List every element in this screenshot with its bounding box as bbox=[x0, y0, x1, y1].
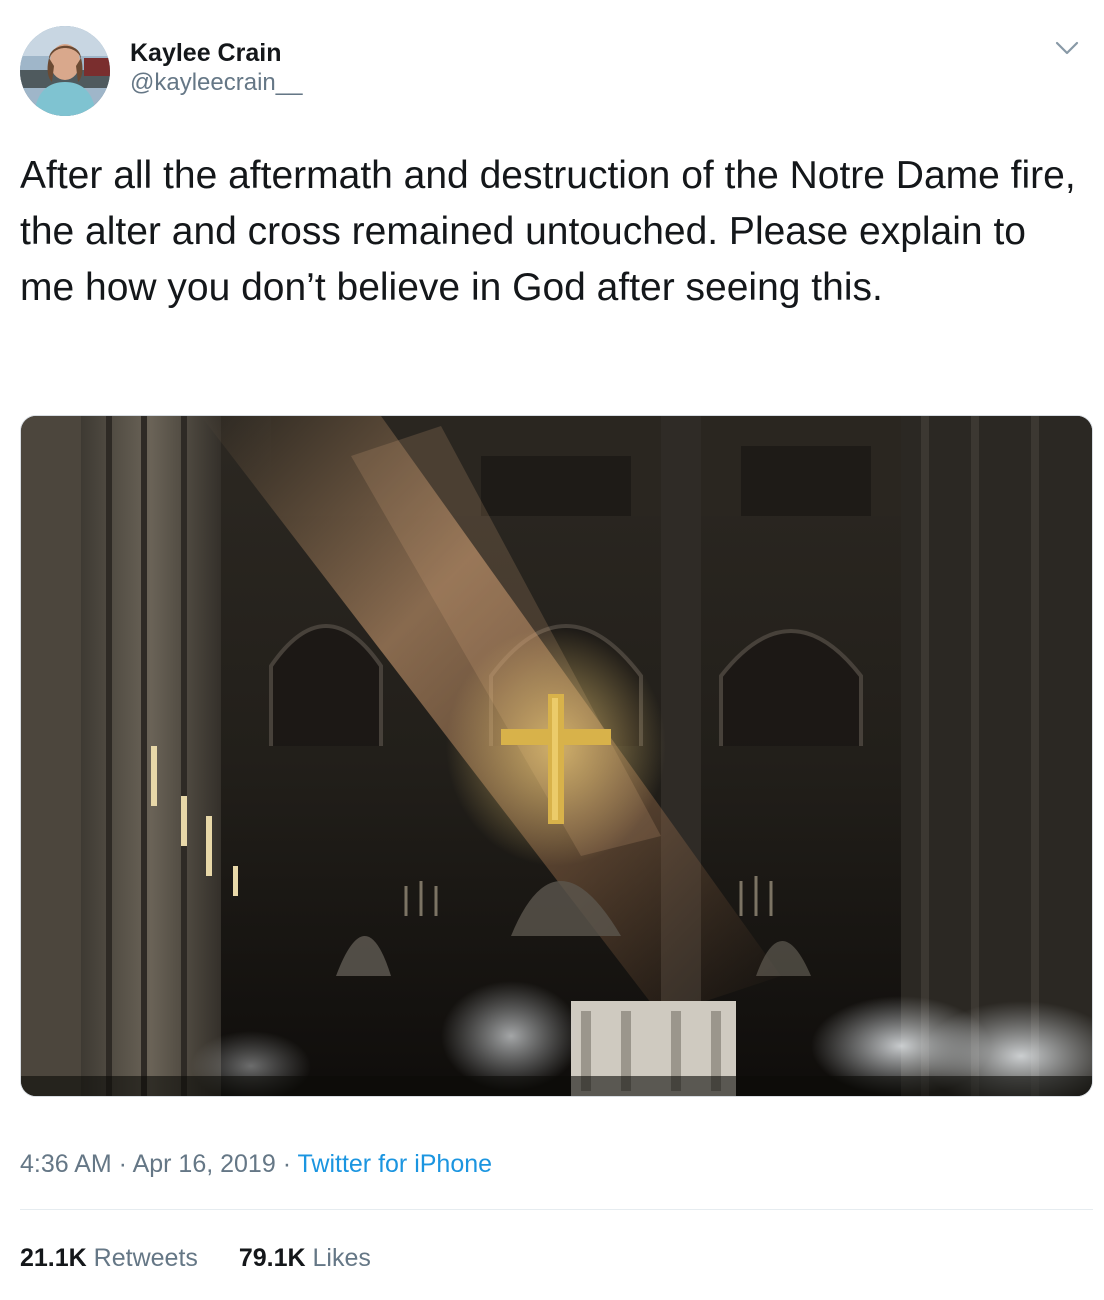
retweets-stat[interactable]: 21.1K Retweets bbox=[20, 1242, 198, 1274]
author-display-name[interactable]: Kaylee Crain bbox=[130, 38, 302, 68]
divider bbox=[20, 1209, 1093, 1210]
retweets-label: Retweets bbox=[93, 1244, 198, 1272]
likes-label: Likes bbox=[312, 1244, 371, 1272]
tweet-source-link[interactable]: Twitter for iPhone bbox=[298, 1150, 493, 1178]
tweet-header: Kaylee Crain @kayleecrain__ bbox=[20, 26, 1084, 118]
tweet-stats: 21.1K Retweets 79.1K Likes bbox=[20, 1242, 405, 1274]
tweet-date[interactable]: Apr 16, 2019 bbox=[133, 1150, 276, 1178]
author-names[interactable]: Kaylee Crain @kayleecrain__ bbox=[130, 38, 302, 98]
chevron-down-icon[interactable] bbox=[1054, 38, 1080, 58]
likes-count: 79.1K bbox=[238, 1244, 306, 1272]
tweet-meta: 4:36 AM · Apr 16, 2019 · Twitter for iPh… bbox=[20, 1148, 492, 1180]
author-handle[interactable]: @kayleecrain__ bbox=[130, 68, 302, 98]
tweet-time[interactable]: 4:36 AM bbox=[20, 1150, 112, 1178]
meta-separator: · bbox=[111, 1150, 133, 1178]
tweet-card: Kaylee Crain @kayleecrain__ After all th… bbox=[0, 0, 1104, 1300]
cathedral-photo bbox=[21, 416, 1092, 1096]
tweet-text: After all the aftermath and destruction … bbox=[20, 154, 1076, 309]
likes-stat[interactable]: 79.1K Likes bbox=[239, 1242, 371, 1274]
avatar-photo-icon bbox=[20, 26, 110, 116]
meta-separator: · bbox=[275, 1150, 298, 1178]
retweets-count: 21.1K bbox=[20, 1244, 87, 1272]
tweet-photo[interactable] bbox=[20, 415, 1093, 1097]
avatar[interactable] bbox=[20, 26, 110, 116]
